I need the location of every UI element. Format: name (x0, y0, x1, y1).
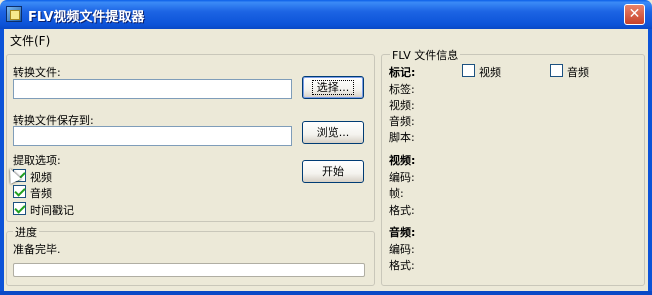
convert-file-input[interactable] (13, 79, 292, 99)
window-frame-right (648, 29, 652, 295)
select-button[interactable]: 选择... (302, 76, 364, 99)
option-video-label: 视频 (30, 171, 52, 184)
save-to-input[interactable] (13, 126, 292, 146)
audio-row-format: 格式: (389, 259, 415, 272)
window-frame-left (0, 29, 4, 295)
tag-row-video: 视频: (389, 99, 415, 112)
video-row-codec: 编码: (389, 171, 415, 184)
close-button[interactable]: ✕ (624, 4, 645, 25)
select-button-label: 选择... (311, 80, 355, 95)
flv-info-group: FLV 文件信息 (381, 47, 645, 286)
menu-file[interactable]: 文件(F) (10, 32, 50, 49)
convert-file-label: 转换文件: (13, 66, 61, 79)
options-label: 提取选项: (13, 154, 61, 167)
option-timestamp-checkbox[interactable] (13, 202, 26, 215)
option-audio-checkbox[interactable] (13, 185, 26, 198)
tag-audio-label: 音频 (567, 66, 589, 79)
option-timestamp-label: 时间戳记 (30, 204, 74, 217)
option-audio-label: 音频 (30, 187, 52, 200)
start-button[interactable]: 开始 (302, 160, 364, 183)
menu-bar: 文件(F) (4, 29, 648, 48)
title-bar[interactable]: FLV视频文件提取器 ✕ (0, 0, 652, 29)
progress-group-label: 进度 (13, 224, 39, 240)
progress-status: 准备完毕. (13, 243, 61, 256)
window-title: FLV视频文件提取器 (28, 10, 145, 25)
progress-group: 进度 (6, 224, 375, 286)
progress-bar (13, 263, 365, 277)
tag-row-script: 脚本: (389, 131, 415, 144)
audio-row-codec: 编码: (389, 243, 415, 256)
tag-video-label: 视频 (479, 66, 501, 79)
browse-button[interactable]: 浏览... (302, 121, 364, 144)
tags-label: 标记: (389, 66, 416, 79)
video-row-frame: 帧: (389, 187, 404, 200)
audio-section-label: 音频: (389, 226, 416, 239)
flv-info-group-label: FLV 文件信息 (390, 47, 461, 63)
video-row-format: 格式: (389, 204, 415, 217)
tag-video-checkbox (462, 64, 475, 77)
video-section-label: 视频: (389, 154, 416, 167)
tag-row-audio: 音频: (389, 115, 415, 128)
tag-row-tags: 标签: (389, 83, 415, 96)
window-frame-bottom (0, 291, 652, 295)
tag-audio-checkbox (550, 64, 563, 77)
app-icon[interactable] (6, 6, 22, 22)
close-icon: ✕ (628, 6, 641, 22)
